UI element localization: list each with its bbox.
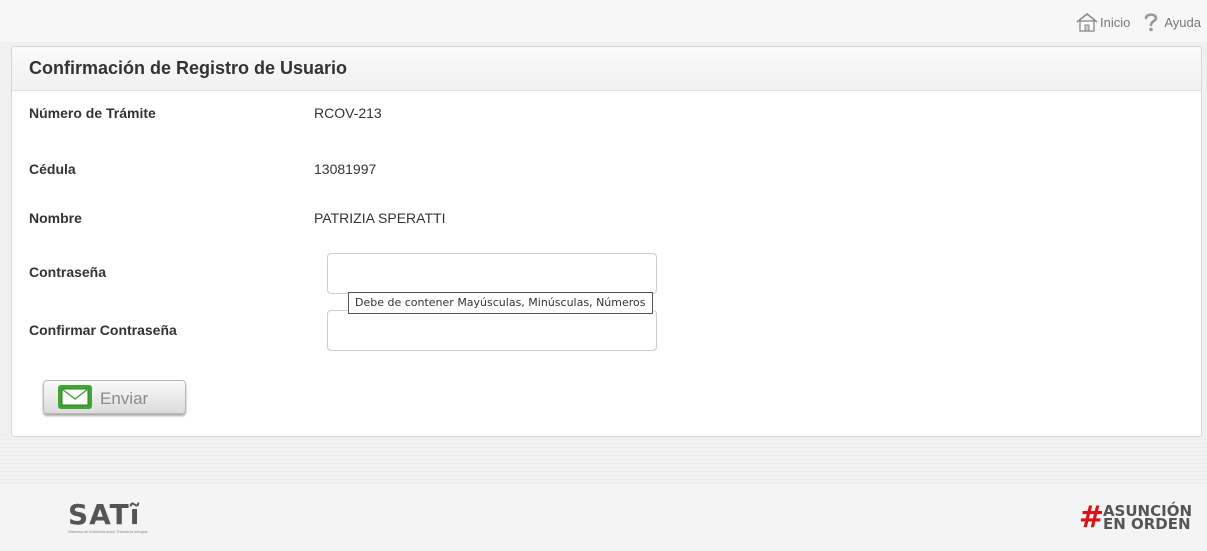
tramite-value: RCOV-213 bbox=[314, 105, 382, 121]
confirm-password-field[interactable] bbox=[327, 310, 657, 351]
help-link-label: Ayuda bbox=[1164, 14, 1201, 30]
top-nav: Inicio Ayuda bbox=[1075, 12, 1201, 32]
cedula-value: 13081997 bbox=[314, 161, 377, 177]
send-button[interactable]: Enviar bbox=[43, 380, 186, 414]
asuncion-en-orden-logo: # ASUNCIÓN EN ORDEN bbox=[1079, 503, 1192, 533]
nombre-label: Nombre bbox=[29, 210, 82, 226]
help-link[interactable]: Ayuda bbox=[1144, 12, 1201, 32]
logo-line-2: EN ORDEN bbox=[1102, 515, 1191, 533]
registration-panel: Confirmación de Registro de Usuario Núme… bbox=[11, 46, 1202, 437]
password-field[interactable] bbox=[327, 253, 657, 294]
top-bar: Inicio Ayuda bbox=[0, 0, 1207, 42]
nombre-value: PATRIZIA SPERATTI bbox=[314, 210, 446, 226]
page-title: Confirmación de Registro de Usuario bbox=[29, 58, 348, 78]
home-icon bbox=[1075, 12, 1099, 32]
home-link-label: Inicio bbox=[1100, 14, 1131, 30]
question-icon bbox=[1144, 12, 1158, 32]
sati-logo-text: SATĩ bbox=[68, 498, 141, 531]
confirm-password-label: Confirmar Contraseña bbox=[29, 322, 177, 338]
sati-logo: SATĩ Sistema de Administración Tributari… bbox=[68, 498, 147, 534]
cedula-label: Cédula bbox=[29, 161, 76, 177]
send-button-label: Enviar bbox=[100, 389, 149, 408]
decorative-band bbox=[0, 438, 1207, 484]
envelope-icon bbox=[57, 384, 93, 413]
home-link[interactable]: Inicio bbox=[1075, 12, 1130, 32]
tramite-label: Número de Trámite bbox=[29, 105, 156, 121]
password-tooltip: Debe de contener Mayúsculas, Minúsculas,… bbox=[348, 292, 653, 314]
sati-logo-subtitle: Sistema de Administración Tributaria Int… bbox=[68, 529, 148, 534]
footer: SATĩ Sistema de Administración Tributari… bbox=[0, 484, 1207, 551]
password-label: Contraseña bbox=[29, 264, 107, 280]
logo-hash: # bbox=[1078, 500, 1104, 535]
panel-header: Confirmación de Registro de Usuario bbox=[12, 47, 1201, 91]
